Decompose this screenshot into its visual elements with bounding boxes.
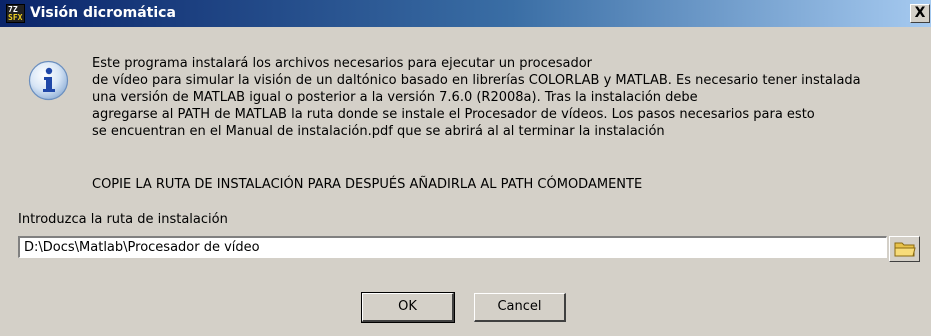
close-button[interactable]: X <box>910 4 930 23</box>
folder-icon <box>894 242 916 257</box>
notice-text: COPIE LA RUTA DE INSTALACIÓN PARA DESPUÉ… <box>92 177 643 192</box>
installer-dialog: 7Z SFX Visión dicromática X Este program… <box>0 0 931 336</box>
app-icon-bottom-text: SFX <box>8 13 23 22</box>
info-icon <box>28 60 69 101</box>
browse-button[interactable] <box>889 236 920 262</box>
message-line: una versión de MATLAB igual o posterior … <box>92 90 698 105</box>
title-bar[interactable]: 7Z SFX Visión dicromática X <box>0 0 931 27</box>
message-line: agregarse al PATH de MATLAB la ruta dond… <box>92 107 815 122</box>
message-line: Este programa instalará los archivos nec… <box>92 56 593 71</box>
window-title: Visión dicromática <box>30 5 176 21</box>
cancel-button[interactable]: Cancel <box>474 293 566 322</box>
message-line: se encuentran en el Manual de instalació… <box>92 124 665 139</box>
app-icon: 7Z SFX <box>6 4 25 23</box>
ok-button[interactable]: OK <box>361 292 455 323</box>
close-icon: X <box>914 5 926 21</box>
message-text: Este programa instalará los archivos nec… <box>92 55 922 140</box>
install-path-input[interactable] <box>18 236 887 258</box>
message-line: de vídeo para simular la visión de un da… <box>92 73 861 88</box>
path-label: Introduzca la ruta de instalación <box>18 212 228 227</box>
